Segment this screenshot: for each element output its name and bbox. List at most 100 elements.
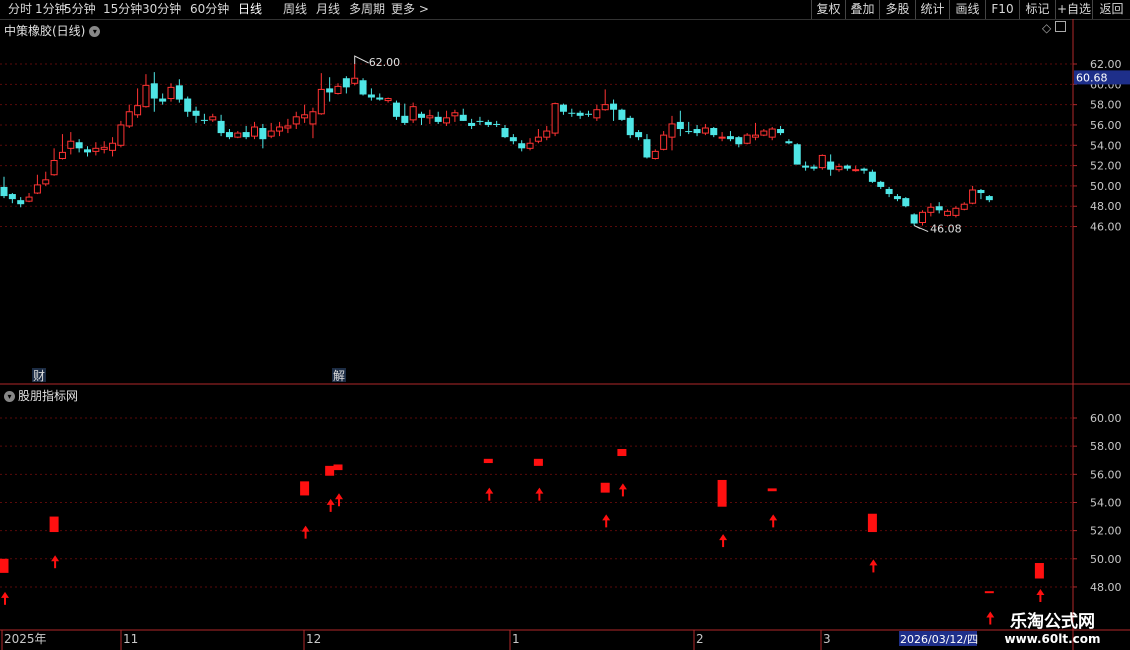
candle xyxy=(292,111,300,130)
candle-body xyxy=(902,198,910,207)
candle-body xyxy=(109,142,117,151)
candle xyxy=(67,132,75,155)
signal-arrow-head xyxy=(719,534,728,541)
price-tick-label: 62.00 xyxy=(1090,58,1122,71)
candle-body xyxy=(317,88,325,115)
signal-arrow-head xyxy=(301,525,310,532)
indicator-tick-label: 56.00 xyxy=(1090,468,1122,481)
candle-body xyxy=(58,151,66,159)
candle xyxy=(392,100,400,120)
candle-body xyxy=(593,109,601,119)
candle xyxy=(484,119,492,127)
toolbar-button-7[interactable]: +自选 xyxy=(1055,0,1092,19)
signal-arrow-head xyxy=(618,483,627,490)
signal-arrow-head xyxy=(535,487,544,494)
indicator-tick-label: 58.00 xyxy=(1090,440,1122,453)
toolbar-button-5[interactable]: F10 xyxy=(985,0,1019,19)
candle-body xyxy=(509,137,517,142)
toolbar-button-1[interactable]: 叠加 xyxy=(845,0,879,19)
candle xyxy=(8,193,16,204)
candle xyxy=(593,104,601,121)
period-tab-0[interactable]: 分时 xyxy=(8,0,32,19)
toolbar-button-0[interactable]: 复权 xyxy=(811,0,845,19)
candle-body xyxy=(242,132,250,138)
candle xyxy=(92,142,100,156)
period-tab-1[interactable]: 1分钟 xyxy=(35,0,67,19)
period-tab-3[interactable]: 15分钟 xyxy=(103,0,142,19)
signal xyxy=(333,464,343,507)
toolbar-button-6[interactable]: 标记 xyxy=(1019,0,1055,19)
candle-body xyxy=(868,171,876,182)
candle-body xyxy=(919,211,926,223)
candle-body xyxy=(234,132,242,138)
period-tab-9[interactable]: 多周期 xyxy=(349,0,385,19)
candle-body xyxy=(426,115,434,119)
candle-body xyxy=(877,181,885,187)
period-tab-10[interactable]: 更多 > xyxy=(391,0,429,19)
signal xyxy=(867,513,878,573)
time-label: 12 xyxy=(306,632,321,646)
signal-arrow-head xyxy=(51,555,60,562)
candle xyxy=(200,113,208,124)
candle xyxy=(100,141,108,154)
signal-arrow-head xyxy=(1,591,9,598)
candle-body xyxy=(885,188,893,195)
period-tab-4[interactable]: 30分钟 xyxy=(142,0,181,19)
signal-bar xyxy=(867,513,877,533)
candle-body xyxy=(802,165,810,168)
candle-body xyxy=(777,129,785,134)
chart-title: 中策橡胶(日线) ▾ xyxy=(4,22,101,39)
candle xyxy=(668,115,676,151)
period-tab-8[interactable]: 月线 xyxy=(316,0,340,19)
period-tab-5[interactable]: 60分钟 xyxy=(190,0,229,19)
period-tab-7[interactable]: 周线 xyxy=(283,0,307,19)
candle-body xyxy=(342,78,350,88)
candle xyxy=(768,126,776,141)
candle xyxy=(509,134,517,145)
candle xyxy=(777,125,785,136)
period-tab-2[interactable]: 5分钟 xyxy=(64,0,96,19)
candle-body xyxy=(276,126,284,132)
candle xyxy=(134,88,142,118)
chevron-down-icon[interactable]: ▾ xyxy=(89,26,101,37)
candle-body xyxy=(501,128,509,138)
candle-body xyxy=(367,94,375,98)
candle-body xyxy=(785,141,793,144)
toolbar-button-4[interactable]: 画线 xyxy=(949,0,985,19)
candle-body xyxy=(392,102,400,117)
candle-body xyxy=(626,117,634,136)
candle-body xyxy=(768,128,776,138)
candle-body xyxy=(200,119,208,121)
candle xyxy=(418,111,425,125)
candle xyxy=(242,125,250,140)
candle-body xyxy=(526,142,534,149)
candle-body xyxy=(810,166,818,169)
diamond-icon[interactable]: ◇ xyxy=(1042,21,1051,35)
period-tab-6[interactable]: 日线 xyxy=(238,0,262,19)
toolbar-button-3[interactable]: 统计 xyxy=(915,0,949,19)
candle xyxy=(109,137,117,157)
candle xyxy=(952,206,960,218)
candle xyxy=(785,139,793,145)
chevron-down-icon[interactable]: ▾ xyxy=(4,391,15,402)
signal-bar xyxy=(533,458,543,466)
toolbar-button-8[interactable]: 返回 xyxy=(1092,0,1130,19)
candle-body xyxy=(718,136,726,139)
candle-body xyxy=(384,98,392,102)
candle xyxy=(752,122,759,141)
candle-body xyxy=(309,111,317,125)
candle-body xyxy=(67,140,75,149)
indicator-tick-label: 48.00 xyxy=(1090,581,1122,594)
signal-arrow-head xyxy=(602,514,611,521)
price-tick-label: 48.00 xyxy=(1090,200,1122,213)
signal xyxy=(600,482,611,528)
chart-area[interactable]: 62.00 46.08 财 解 62.00 60.00 58.00 56.00 54.00 52… xyxy=(0,19,1130,650)
candle xyxy=(443,110,451,126)
toolbar-button-2[interactable]: 多股 xyxy=(879,0,915,19)
close-panel-icon[interactable] xyxy=(1055,21,1067,32)
candle xyxy=(351,64,359,86)
candle-body xyxy=(443,117,451,124)
candle-body xyxy=(209,116,217,121)
candle-body xyxy=(92,147,100,152)
signal-bar xyxy=(300,481,310,496)
